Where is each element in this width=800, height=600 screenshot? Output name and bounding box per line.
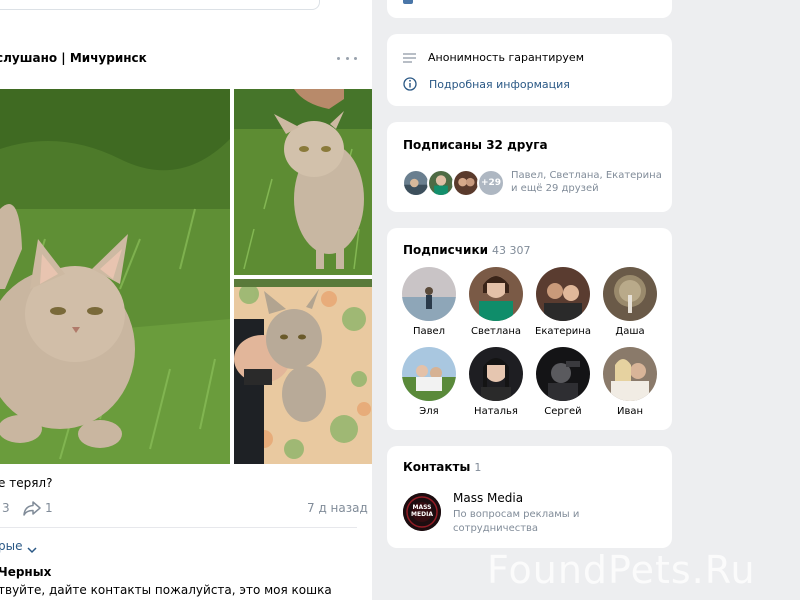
details-link[interactable]: Подробная информация bbox=[403, 77, 570, 91]
share-count[interactable]: 1 bbox=[45, 501, 53, 515]
avatar bbox=[402, 267, 456, 321]
contacts-count: 1 bbox=[474, 461, 482, 474]
comment-author[interactable]: Черных bbox=[0, 565, 51, 579]
share-icon[interactable] bbox=[22, 500, 42, 516]
follower-name: Павел bbox=[412, 326, 446, 337]
follower-item[interactable]: Эля bbox=[399, 347, 459, 417]
anonymity-text: Анонимность гарантируем bbox=[428, 51, 584, 64]
avatar[interactable] bbox=[452, 169, 480, 197]
post-actions: 3 1 7 д назад bbox=[0, 500, 372, 518]
post-date[interactable]: 7 д назад bbox=[307, 501, 368, 515]
followers-title[interactable]: Подписчики 43 307 bbox=[403, 243, 531, 257]
follower-item[interactable]: Светлана bbox=[466, 267, 526, 337]
avatar bbox=[469, 347, 523, 401]
info-icon bbox=[403, 77, 417, 91]
follower-item[interactable]: Екатерина bbox=[533, 267, 593, 337]
avatar bbox=[402, 347, 456, 401]
contacts-title[interactable]: Контакты 1 bbox=[403, 460, 481, 474]
follower-item[interactable]: Иван bbox=[600, 347, 660, 417]
cat-photo-bottom[interactable] bbox=[234, 279, 372, 464]
watermark: FoundPets.Ru bbox=[487, 548, 756, 592]
friends-desc-line2: и ещё 29 друзей bbox=[511, 183, 599, 194]
followers-grid: Павел Светлана Екатерина Даша Эля Наталь… bbox=[399, 267, 664, 427]
follower-name: Наталья bbox=[474, 406, 518, 417]
friends-title[interactable]: Подписаны 32 друга bbox=[403, 138, 548, 152]
friends-desc-line1: Павел, Светлана, Екатерина bbox=[511, 170, 662, 181]
more-icon[interactable] bbox=[337, 51, 357, 65]
post-text: е терял? bbox=[0, 476, 53, 490]
follower-name: Светлана bbox=[470, 326, 522, 337]
follower-item[interactable]: Павел bbox=[399, 267, 459, 337]
follower-name: Екатерина bbox=[535, 326, 591, 337]
avatar bbox=[536, 267, 590, 321]
avatar[interactable] bbox=[427, 169, 455, 197]
post-group-title[interactable]: слушано | Мичуринск bbox=[0, 51, 147, 65]
follower-item[interactable]: Сергей bbox=[533, 347, 593, 417]
friends-description: Павел, Светлана, Екатерина и ещё 29 друз… bbox=[511, 169, 662, 195]
contact-role: По вопросам рекламы и сотрудничества bbox=[453, 509, 580, 534]
contact-avatar[interactable]: MASS MEDIA bbox=[403, 493, 441, 531]
comment-text: твуйте, дайте контакты пожалуйста, это м… bbox=[0, 583, 332, 597]
comments-sort-label: рые bbox=[0, 539, 23, 553]
anonymity-row: Анонимность гарантируем bbox=[403, 51, 584, 64]
avatar bbox=[603, 347, 657, 401]
details-link-text: Подробная информация bbox=[429, 77, 570, 91]
followers-count: 43 307 bbox=[492, 244, 531, 257]
contacts-title-label: Контакты bbox=[403, 460, 471, 474]
comments-sort-dropdown[interactable]: рые bbox=[0, 539, 38, 553]
edit-icon[interactable] bbox=[403, 0, 413, 4]
divider bbox=[0, 527, 357, 528]
avatar bbox=[469, 267, 523, 321]
avatar[interactable] bbox=[402, 169, 430, 197]
friends-card[interactable]: Подписаны 32 друга +29 Павел, Светлана, … bbox=[387, 122, 672, 212]
followers-card: Подписчики 43 307 Павел Светлана Екатерин… bbox=[387, 228, 672, 430]
post-photos bbox=[0, 89, 372, 464]
contact-name[interactable]: Mass Media bbox=[453, 491, 523, 505]
avatar bbox=[536, 347, 590, 401]
follower-item[interactable]: Наталья bbox=[466, 347, 526, 417]
cat-photo-main[interactable] bbox=[0, 89, 230, 464]
avatar bbox=[603, 267, 657, 321]
follower-name: Иван bbox=[616, 406, 644, 417]
search-input[interactable] bbox=[0, 0, 320, 10]
info-card: Анонимность гарантируем Подробная информ… bbox=[387, 34, 672, 106]
followers-title-label: Подписчики bbox=[403, 243, 488, 257]
cat-photo-top[interactable] bbox=[234, 89, 372, 275]
follower-name: Даша bbox=[615, 326, 645, 337]
chevron-down-icon bbox=[27, 543, 38, 553]
follower-name: Сергей bbox=[544, 406, 582, 417]
post-card: слушано | Мичуринск е терял? 3 1 7 д наз… bbox=[0, 0, 372, 600]
likes-count[interactable]: 3 bbox=[2, 501, 10, 515]
follower-item[interactable]: Даша bbox=[600, 267, 660, 337]
more-friends-badge[interactable]: +29 bbox=[477, 169, 505, 197]
contacts-card: Контакты 1 MASS MEDIA Mass Media По вопро… bbox=[387, 446, 672, 548]
post-header: слушано | Мичуринск bbox=[0, 49, 372, 71]
contact-logo-text: MASS MEDIA bbox=[411, 504, 433, 518]
follower-name: Эля bbox=[419, 406, 439, 417]
lines-icon bbox=[403, 52, 416, 64]
sidebar-top-card bbox=[387, 0, 672, 18]
